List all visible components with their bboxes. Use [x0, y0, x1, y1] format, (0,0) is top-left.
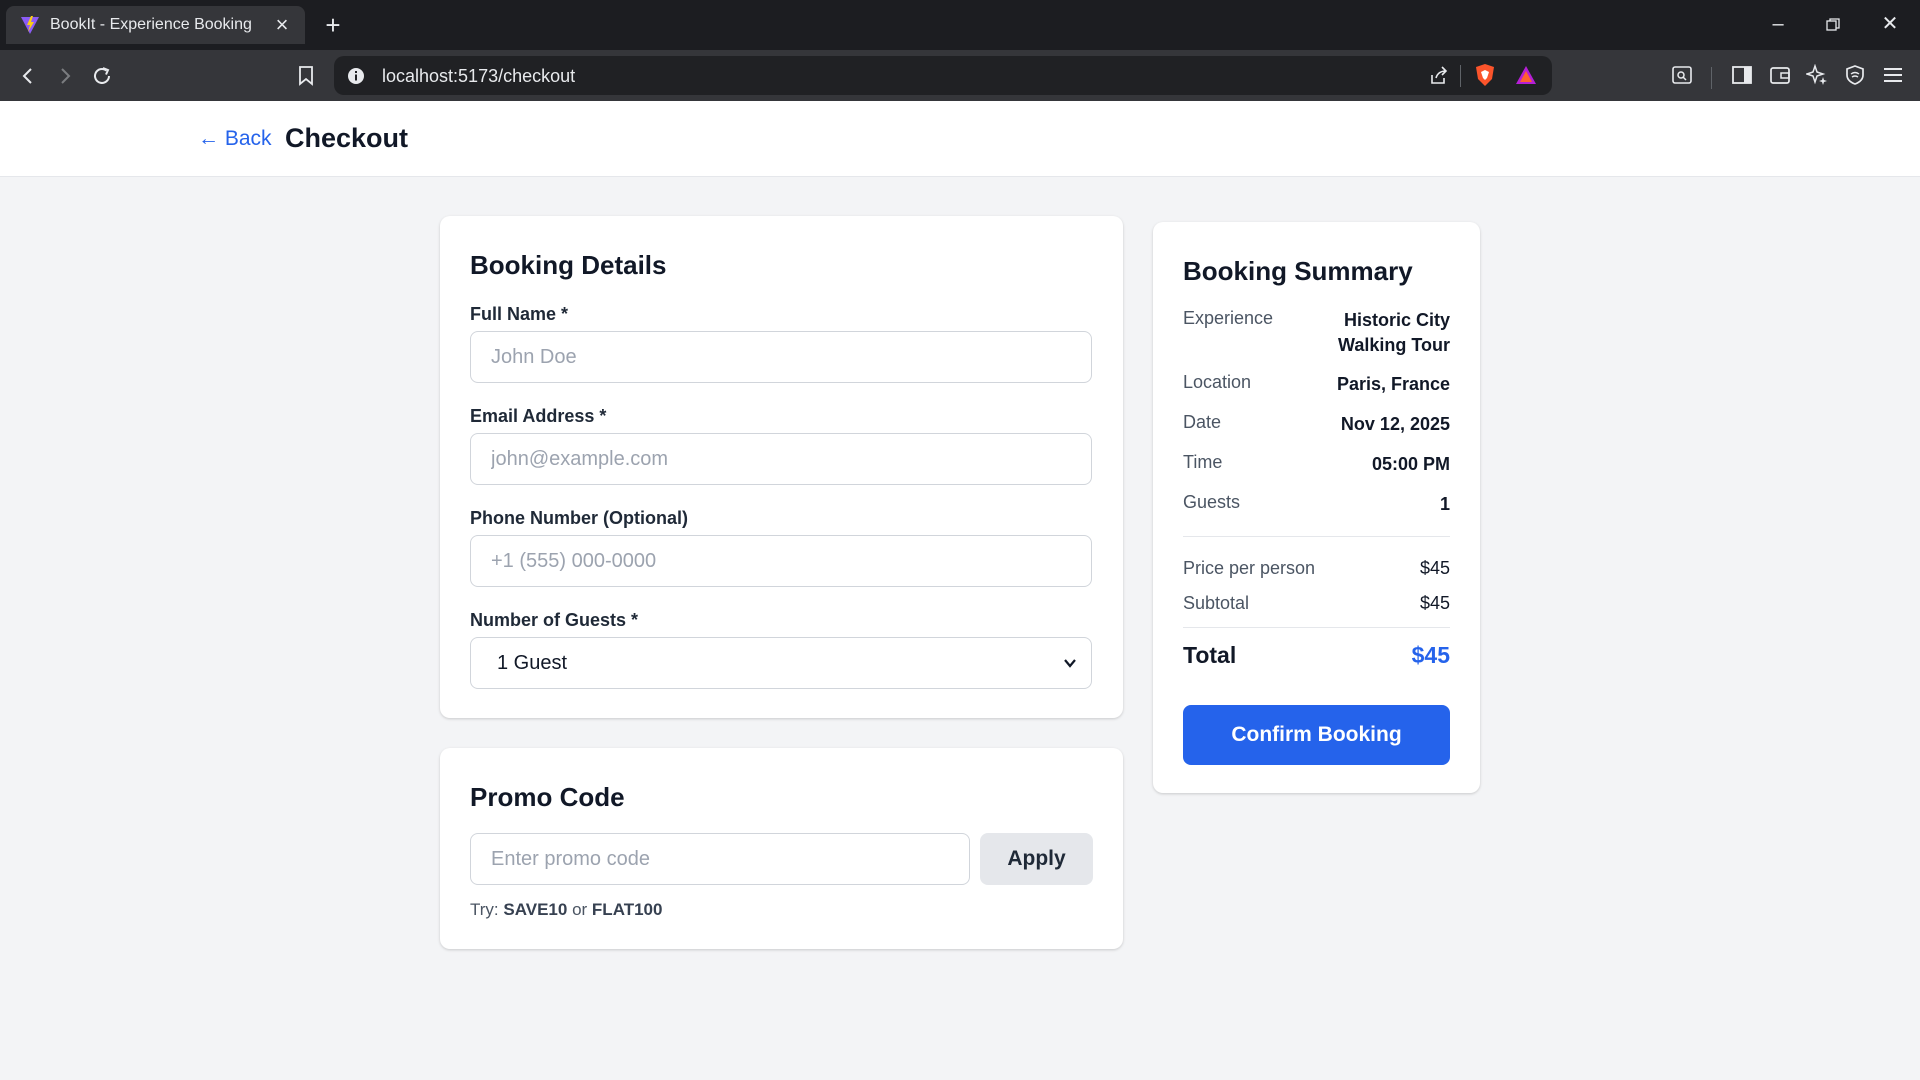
leo-ai-icon[interactable]: [1802, 60, 1832, 90]
price-per-person-row: Price per person $45: [1183, 558, 1450, 579]
summary-label: Date: [1183, 412, 1222, 432]
tab-title: BookIt - Experience Booking: [50, 16, 252, 33]
back-link[interactable]: ← Back: [198, 127, 272, 151]
guests-select[interactable]: 1 Guest: [470, 637, 1092, 689]
booking-details-card: Booking Details Full Name * Email Addres…: [440, 216, 1123, 718]
address-bar[interactable]: localhost:5173/checkout: [334, 56, 1552, 95]
summary-value: Historic City Walking Tour: [1338, 310, 1450, 355]
total-row: Total $45: [1183, 642, 1450, 669]
share-icon[interactable]: [1428, 65, 1450, 87]
summary-row-experience: Experience Historic City Walking Tour: [1183, 308, 1450, 358]
apply-button[interactable]: Apply: [980, 833, 1093, 885]
subtotal-row: Subtotal $45: [1183, 593, 1450, 614]
vpn-shield-icon[interactable]: [1840, 60, 1870, 90]
wallet-icon[interactable]: [1765, 60, 1795, 90]
brave-rewards-icon[interactable]: [1514, 64, 1538, 86]
restore-icon[interactable]: [1813, 8, 1853, 40]
full-name-label: Full Name *: [470, 304, 569, 324]
summary-row-guests: Guests 1: [1183, 492, 1450, 517]
menu-icon[interactable]: [1878, 60, 1908, 90]
promo-code-title: Promo Code: [470, 782, 625, 812]
summary-row-location: Location Paris, France: [1183, 372, 1450, 397]
browser-tab-strip: BookIt - Experience Booking × + – ✕: [0, 0, 1920, 50]
total-value: $45: [1411, 642, 1450, 668]
subtotal-value: $45: [1419, 593, 1450, 613]
divider: [1460, 65, 1461, 87]
promo-code-flat100: FLAT100: [591, 900, 663, 919]
summary-label: Experience: [1183, 308, 1274, 328]
back-arrow-icon[interactable]: [12, 60, 44, 92]
booking-summary-card: Booking Summary Experience Historic City…: [1153, 222, 1480, 793]
page-header: ← Back Checkout: [0, 101, 1920, 177]
summary-value: Paris, France: [1336, 374, 1450, 394]
bookmark-icon[interactable]: [290, 60, 322, 92]
email-label: Email Address *: [470, 406, 607, 426]
promo-hint-or: or: [572, 900, 588, 919]
booking-details-title: Booking Details: [470, 250, 667, 280]
summary-row-time: Time 05:00 PM: [1183, 452, 1450, 477]
summary-value: 05:00 PM: [1371, 454, 1450, 474]
phone-input[interactable]: [470, 535, 1092, 587]
summary-label: Location: [1183, 372, 1252, 392]
site-info-icon[interactable]: [346, 66, 366, 86]
promo-code-save10: SAVE10: [503, 900, 568, 919]
page-title: Checkout: [285, 123, 409, 153]
vite-logo-icon: [21, 16, 39, 34]
summary-label: Guests: [1183, 492, 1241, 512]
tab-close-icon[interactable]: ×: [271, 14, 293, 36]
total-label: Total: [1183, 642, 1237, 668]
guests-selected-value: 1 Guest: [497, 651, 568, 674]
reader-mode-icon[interactable]: [1667, 60, 1697, 90]
summary-divider: [1183, 627, 1450, 628]
confirm-booking-button[interactable]: Confirm Booking: [1183, 705, 1450, 765]
summary-label: Time: [1183, 452, 1223, 472]
price-per-person-value: $45: [1419, 558, 1450, 578]
promo-code-card: Promo Code Apply Try: SAVE10 or FLAT100: [440, 748, 1123, 949]
subtotal-label: Subtotal: [1183, 593, 1250, 613]
divider: [1711, 67, 1712, 89]
browser-toolbar: localhost:5173/checkout: [0, 50, 1920, 101]
booking-summary-title: Booking Summary: [1183, 256, 1413, 286]
close-window-icon[interactable]: ✕: [1870, 8, 1910, 40]
forward-arrow-icon[interactable]: [49, 60, 81, 92]
email-input[interactable]: [470, 433, 1092, 485]
url-text: localhost:5173/checkout: [382, 66, 576, 86]
sidebar-toggle-icon[interactable]: [1727, 60, 1757, 90]
summary-row-date: Date Nov 12, 2025: [1183, 412, 1450, 437]
promo-code-input[interactable]: [470, 833, 970, 885]
promo-hint-prefix: Try:: [470, 900, 499, 919]
price-per-person-label: Price per person: [1183, 558, 1316, 578]
promo-hint: Try: SAVE10 or FLAT100: [470, 900, 662, 920]
brave-shield-icon[interactable]: [1474, 63, 1496, 87]
full-name-input[interactable]: [470, 331, 1092, 383]
new-tab-icon[interactable]: +: [318, 10, 348, 40]
chevron-down-icon: [1064, 659, 1076, 668]
summary-value: 1: [1439, 494, 1450, 514]
summary-divider: [1183, 536, 1450, 537]
summary-value: Nov 12, 2025: [1340, 414, 1450, 434]
guests-label: Number of Guests *: [470, 610, 639, 630]
reload-icon[interactable]: [86, 60, 118, 92]
phone-label: Phone Number (Optional): [470, 508, 688, 528]
minimize-icon[interactable]: –: [1758, 8, 1798, 40]
browser-tab-active[interactable]: BookIt - Experience Booking ×: [6, 6, 305, 44]
